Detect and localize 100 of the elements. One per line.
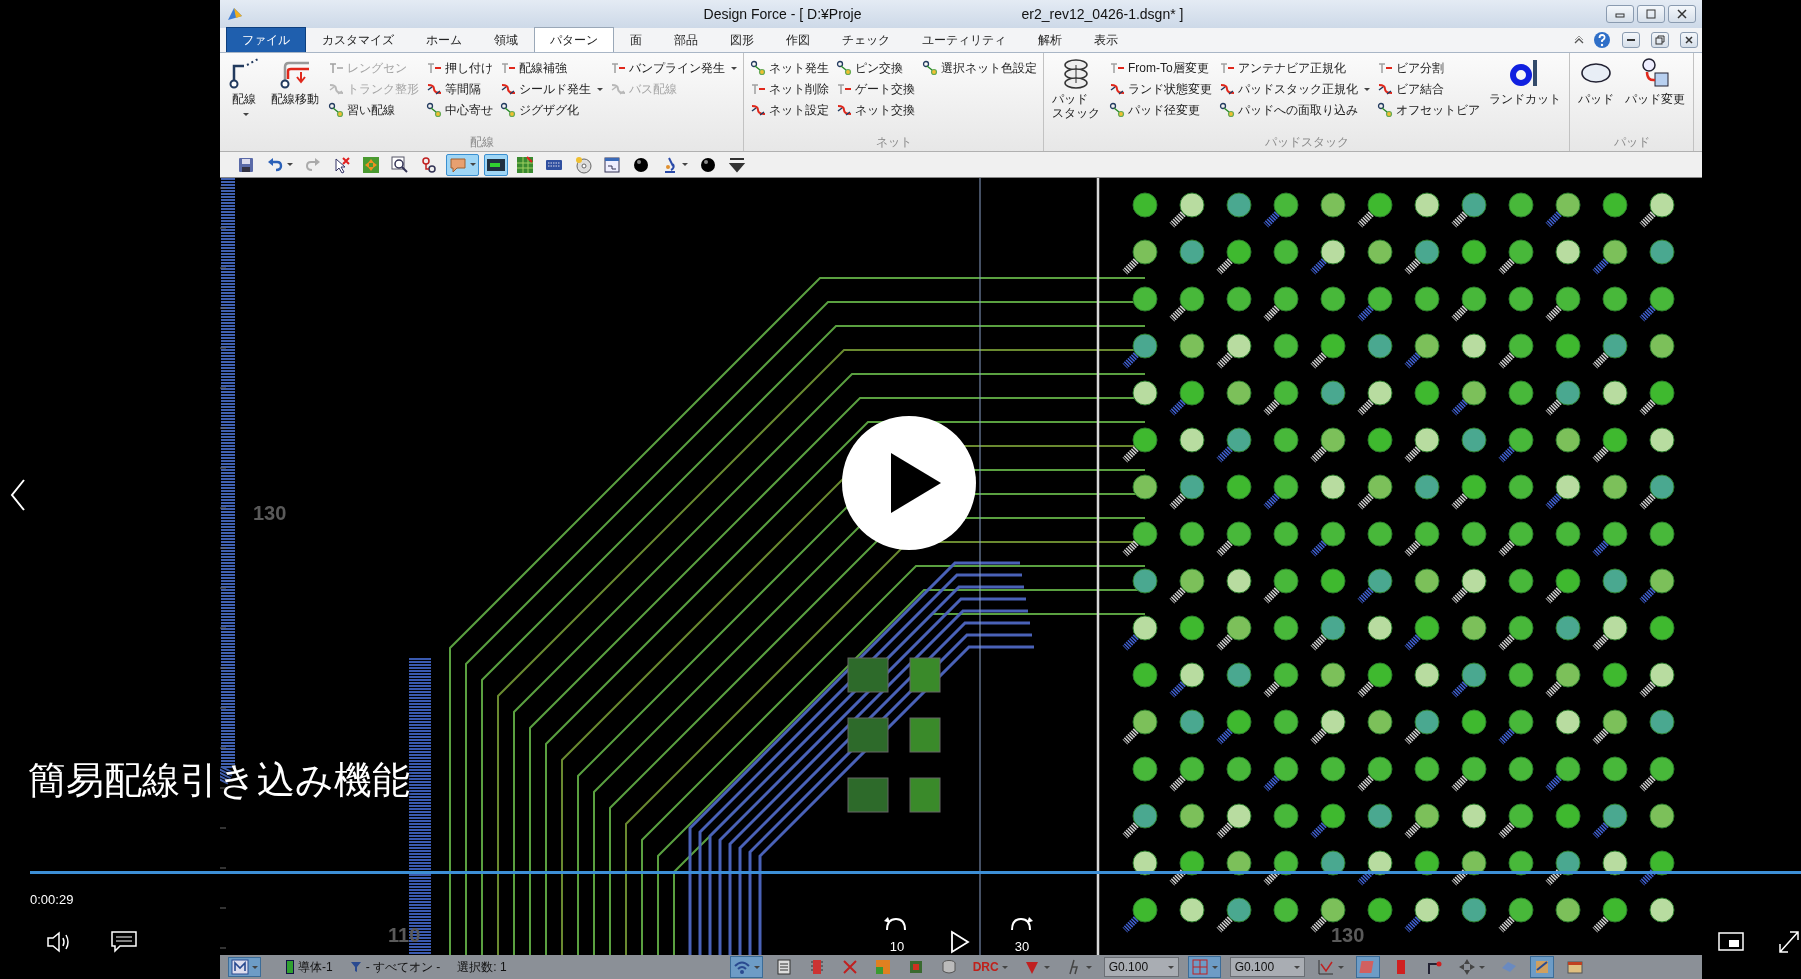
via-pad	[1357, 380, 1393, 416]
ribbon-button[interactable]: オフセットビア	[1377, 100, 1480, 120]
via-pad	[1404, 333, 1440, 369]
via-pad	[1451, 662, 1487, 698]
ribbon-button[interactable]: 等間隔	[426, 79, 493, 99]
ribbon-button[interactable]: ビア結合	[1377, 79, 1480, 99]
mdi-restore-button[interactable]	[1651, 32, 1669, 48]
ribbon-tab[interactable]: 領域	[478, 27, 534, 52]
ribbon-tab[interactable]: ホーム	[410, 27, 478, 52]
ribbon-button[interactable]: ネット設定	[750, 100, 829, 120]
ribbon-button[interactable]: パッド スタック	[1050, 57, 1102, 135]
via-pad	[1639, 850, 1675, 886]
layer-name[interactable]: 導体-1	[298, 958, 333, 976]
ribbon-button[interactable]: ゲート交換	[836, 79, 915, 99]
ribbon-button[interactable]: ネット交換	[836, 100, 915, 120]
status-button[interactable]	[1529, 956, 1554, 978]
ribbon-tab[interactable]: チェック	[826, 27, 906, 52]
minimize-button[interactable]	[1606, 5, 1634, 23]
ribbon-button[interactable]: 押し付け	[426, 58, 493, 78]
pad	[1461, 333, 1487, 359]
group-label: 配線	[468, 134, 495, 151]
ribbon-tab[interactable]: 解析	[1022, 27, 1078, 52]
ribbon-tab[interactable]: 面	[614, 27, 658, 52]
via-pad	[1545, 474, 1581, 510]
ribbon-button[interactable]: 習い配線	[328, 100, 419, 120]
ribbon-button[interactable]: ネット削除	[750, 79, 829, 99]
ribbon-button[interactable]: 配線補強	[500, 58, 603, 78]
captions-button[interactable]	[110, 930, 138, 954]
mdi-close-button[interactable]	[1680, 32, 1698, 48]
pad	[1226, 380, 1252, 406]
ribbon-button[interactable]: ジグザグ化	[500, 100, 603, 120]
mdi-close-icon	[1684, 35, 1694, 45]
rewind-button[interactable]: 10	[877, 916, 917, 956]
ribbon-button[interactable]: パッドスタック正規化	[1219, 79, 1370, 99]
status-button[interactable]	[729, 956, 763, 978]
ribbon-button[interactable]: ピン交換	[836, 58, 915, 78]
pad	[1132, 662, 1158, 688]
overflow-icon	[728, 155, 746, 174]
via-pad	[1592, 803, 1628, 839]
pad	[1179, 897, 1205, 923]
miniplayer-button[interactable]	[1718, 932, 1744, 952]
fullscreen-button[interactable]	[1778, 930, 1800, 954]
ribbon-tab[interactable]: 部品	[658, 27, 714, 52]
ribbon-button[interactable]: パッド	[1576, 57, 1616, 135]
pad	[1273, 427, 1299, 453]
previous-button[interactable]	[8, 478, 28, 512]
filter-label[interactable]: - すべてオン -	[365, 958, 441, 976]
grid-select[interactable]: G0.100	[1103, 957, 1179, 977]
save-icon	[237, 155, 255, 174]
collapse-icon[interactable]	[1573, 35, 1585, 45]
help-icon[interactable]	[1593, 31, 1611, 49]
ribbon-button[interactable]: 中心寄せ	[426, 100, 493, 120]
ribbon-button[interactable]: パッドへの面取り込み	[1219, 100, 1370, 120]
ribbon-button[interactable]: ランドカット	[1487, 57, 1563, 135]
mdi-minimize-button[interactable]	[1622, 32, 1640, 48]
pad	[1508, 756, 1534, 782]
ribbon-tab[interactable]: 図形	[714, 27, 770, 52]
pad	[1649, 615, 1675, 641]
via-pad	[1263, 192, 1299, 228]
play-button[interactable]	[950, 930, 970, 954]
ribbon-tab[interactable]: カスタマイズ	[306, 27, 410, 52]
toolbar-button[interactable]	[484, 153, 508, 176]
via-pad	[1639, 474, 1675, 510]
ribbon-button[interactable]: 配線移動	[269, 57, 321, 135]
maximize-icon	[1644, 8, 1658, 20]
ribbon-button[interactable]: ネット発生	[750, 58, 829, 78]
grid-select[interactable]: G0.100	[1229, 957, 1305, 977]
ribbon-tab[interactable]: 作図	[770, 27, 826, 52]
ribbon-button[interactable]: From-To層変更	[1109, 58, 1212, 78]
ribbon-button[interactable]: 配線	[226, 57, 262, 135]
subtitle: 簡易配線引き込み機能	[28, 758, 410, 803]
blocks-icon	[873, 958, 892, 976]
forward-button[interactable]: 30	[1002, 916, 1042, 956]
selection-count: 選択数: 1	[457, 959, 507, 976]
via-pad	[1263, 286, 1299, 322]
ball-icon	[632, 155, 650, 174]
mdi-minimize-icon	[1627, 39, 1635, 41]
group-label: ネット	[874, 134, 913, 151]
ribbon-button[interactable]: ランド状態変更	[1109, 79, 1212, 99]
ribbon-tab[interactable]: 表示	[1078, 27, 1134, 52]
ribbon-button[interactable]: 選択ネット色設定	[922, 58, 1037, 78]
pad	[1273, 803, 1299, 829]
ribbon-tab[interactable]: パターン	[534, 27, 614, 52]
pad	[1508, 192, 1534, 218]
ribbon-button[interactable]: ビア分割	[1377, 58, 1480, 78]
ribbon-button[interactable]: バンプライン発生	[610, 58, 737, 78]
ribbon-button[interactable]: シールド発生	[500, 79, 603, 99]
ribbon-tab[interactable]: ファイル	[226, 27, 306, 52]
ribbon-button[interactable]: パッド径変更	[1109, 100, 1212, 120]
pad	[1414, 286, 1440, 312]
close-button[interactable]	[1668, 5, 1696, 23]
pad	[1602, 850, 1628, 876]
via-pad	[1216, 615, 1252, 651]
pad	[1367, 615, 1393, 641]
via-pad	[1263, 850, 1299, 886]
mode-button[interactable]	[228, 957, 261, 977]
via-pad	[1357, 662, 1393, 698]
ribbon-button[interactable]: アンテナビア正規化	[1219, 58, 1370, 78]
ribbon-button[interactable]: パッド変更	[1623, 57, 1687, 135]
ribbon-tab[interactable]: ユーティリティ	[906, 27, 1022, 52]
